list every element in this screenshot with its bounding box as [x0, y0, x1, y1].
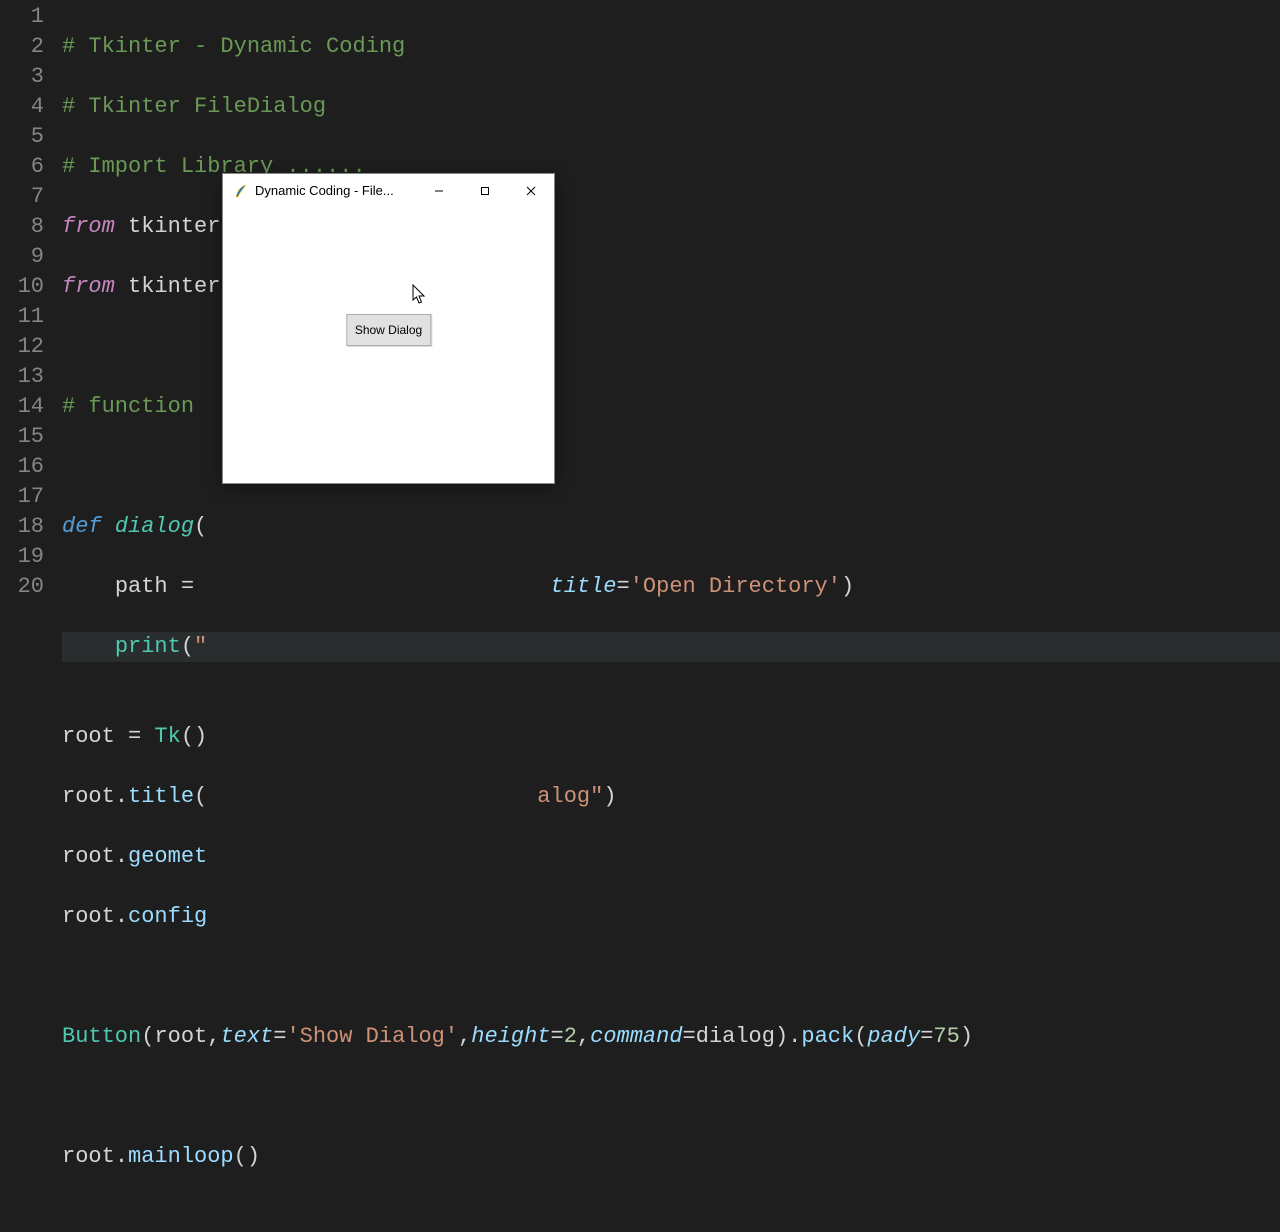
- line-number: 15: [0, 422, 44, 452]
- line-number: 6: [0, 152, 44, 182]
- window-body: Show Dialog: [223, 207, 554, 483]
- line-number: 16: [0, 452, 44, 482]
- line-number: 5: [0, 122, 44, 152]
- line-number: 8: [0, 212, 44, 242]
- titlebar[interactable]: Dynamic Coding - File...: [223, 174, 554, 207]
- code-keyword: from: [62, 214, 128, 239]
- code-editor: 1 2 3 4 5 6 7 8 9 10 11 12 13 14 15 16 1…: [0, 0, 1280, 720]
- line-number: 7: [0, 182, 44, 212]
- code-keyword: def: [62, 514, 115, 539]
- line-number: 2: [0, 32, 44, 62]
- line-number: 19: [0, 542, 44, 572]
- line-number: 14: [0, 392, 44, 422]
- line-number: 18: [0, 512, 44, 542]
- cursor-icon: [412, 284, 428, 306]
- minimize-button[interactable]: [416, 174, 462, 207]
- close-button[interactable]: [508, 174, 554, 207]
- line-number: 11: [0, 302, 44, 332]
- line-number: 1: [0, 2, 44, 32]
- line-number-gutter: 1 2 3 4 5 6 7 8 9 10 11 12 13 14 15 16 1…: [0, 0, 62, 720]
- line-number: 4: [0, 92, 44, 122]
- show-dialog-button[interactable]: Show Dialog: [346, 314, 431, 346]
- code-comment: # Tkinter - Dynamic Coding: [62, 34, 405, 59]
- line-number: 13: [0, 362, 44, 392]
- code-keyword: from: [62, 274, 128, 299]
- window-controls: [416, 174, 554, 207]
- tk-feather-icon: [233, 183, 249, 199]
- line-number: 3: [0, 62, 44, 92]
- line-number: 20: [0, 572, 44, 602]
- window-title: Dynamic Coding - File...: [255, 183, 416, 198]
- line-number: 17: [0, 482, 44, 512]
- maximize-button[interactable]: [462, 174, 508, 207]
- line-number: 10: [0, 272, 44, 302]
- line-number: 9: [0, 242, 44, 272]
- line-number: 12: [0, 332, 44, 362]
- code-comment: # function: [62, 394, 194, 419]
- tk-app-window[interactable]: Dynamic Coding - File... Show Dialog: [222, 173, 555, 484]
- code-comment: # Tkinter FileDialog: [62, 94, 326, 119]
